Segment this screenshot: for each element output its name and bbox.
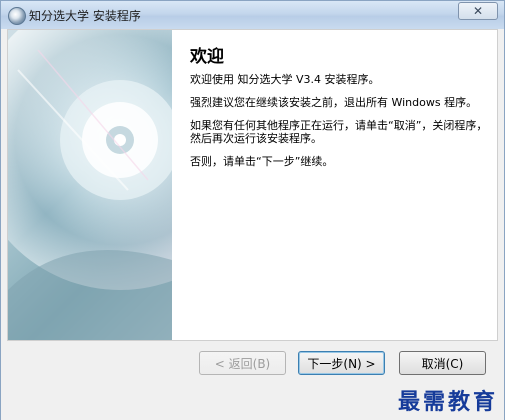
wizard-body: 欢迎 欢迎使用 知分选大学 V3.4 安装程序。 强烈建议您在继续该安装之前，退… <box>7 29 498 341</box>
cancel-advice: 如果您有任何其他程序正在运行，请单击“取消”，关闭程序，然后再次运行该安装程序。 <box>190 119 488 145</box>
continue-advice: 否则，请单击“下一步”继续。 <box>190 155 334 168</box>
welcome-content: 欢迎 欢迎使用 知分选大学 V3.4 安装程序。 强烈建议您在继续该安装之前，退… <box>190 42 490 178</box>
back-button[interactable]: < 返回(B) <box>199 351 286 375</box>
welcome-intro: 欢迎使用 知分选大学 V3.4 安装程序。 <box>190 73 380 86</box>
next-button[interactable]: 下一步(N) > <box>298 351 385 375</box>
title-bar[interactable]: 知分选大学 安装程序 ✕ <box>1 1 504 29</box>
welcome-heading: 欢迎 <box>190 47 224 67</box>
installer-window: 知分选大学 安装程序 ✕ 欢迎 欢迎使用 知分选大学 V3.4 安装程序。 强烈… <box>0 0 505 420</box>
window-title: 知分选大学 安装程序 <box>29 9 141 23</box>
installer-disc-icon <box>8 7 26 25</box>
cd-disc-image <box>8 30 172 340</box>
close-button[interactable]: ✕ <box>458 2 498 20</box>
wizard-footer: < 返回(B) 下一步(N) > 取消(C) 最需教育 <box>1 342 504 420</box>
cancel-button[interactable]: 取消(C) <box>399 351 486 375</box>
close-icon: ✕ <box>472 4 484 18</box>
watermark-text: 最需教育 <box>397 389 498 415</box>
exit-programs-advice: 强烈建议您在继续该安装之前，退出所有 Windows 程序。 <box>190 96 478 109</box>
